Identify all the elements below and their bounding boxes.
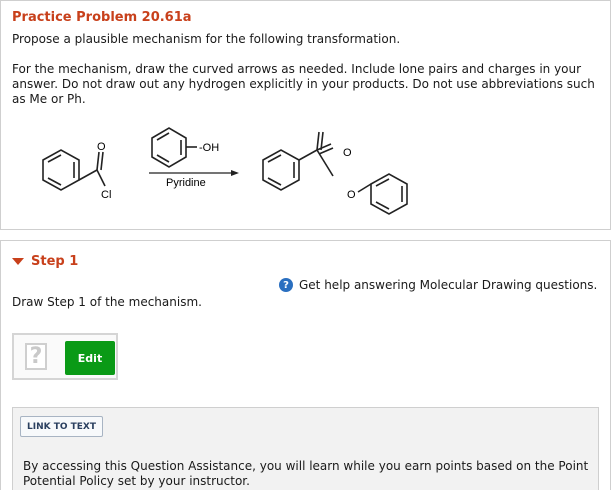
- phenoxy-ring: [357, 173, 408, 215]
- help-circle-icon[interactable]: ?: [279, 278, 293, 292]
- problem-subtitle: Propose a plausible mechanism for the fo…: [12, 32, 401, 46]
- benzoyl-chloride-structure: [42, 149, 106, 191]
- hydroxyl-label: -OH: [199, 142, 219, 154]
- problem-panel: Practice Problem 20.61a Propose a plausi…: [0, 0, 611, 230]
- step-panel: Step 1 ? Get help answering Molecular Dr…: [0, 240, 611, 490]
- carbonyl-o-label: O: [97, 141, 106, 153]
- question-assistance-panel: LINK TO TEXT By accessing this Question …: [12, 407, 599, 490]
- edit-button[interactable]: Edit: [65, 341, 115, 375]
- reaction-scheme: O Cl -OH Pyridine O O: [1, 116, 612, 226]
- reaction-arrow: [149, 170, 239, 176]
- help-link-label[interactable]: Get help answering Molecular Drawing que…: [299, 278, 597, 292]
- carbonyl-bond: [316, 131, 324, 151]
- problem-title: Practice Problem 20.61a: [12, 10, 192, 25]
- problem-instructions: For the mechanism, draw the curved arrow…: [12, 62, 595, 106]
- chlorine-label: Cl: [101, 189, 111, 201]
- phenyl-benzoate-structure: [262, 143, 334, 191]
- step-prompt: Draw Step 1 of the mechanism.: [12, 295, 202, 309]
- molecule-drawing-box[interactable]: ? Edit: [12, 333, 118, 380]
- step-title[interactable]: Step 1: [31, 254, 78, 269]
- link-to-text-button[interactable]: LINK TO TEXT: [20, 416, 104, 437]
- assistance-text: By accessing this Question Assistance, y…: [23, 459, 589, 488]
- caret-down-icon[interactable]: [12, 258, 24, 265]
- help-link[interactable]: ? Get help answering Molecular Drawing q…: [279, 278, 597, 292]
- phenol-structure: [151, 127, 197, 168]
- ester-o-label: O: [347, 189, 356, 201]
- question-mark-icon: ?: [25, 343, 47, 370]
- step-header[interactable]: Step 1: [12, 254, 78, 269]
- product-carbonyl-o-label: O: [343, 147, 352, 159]
- reaction-svg: O Cl -OH Pyridine O O: [42, 127, 408, 215]
- conditions-label: Pyridine: [166, 177, 206, 189]
